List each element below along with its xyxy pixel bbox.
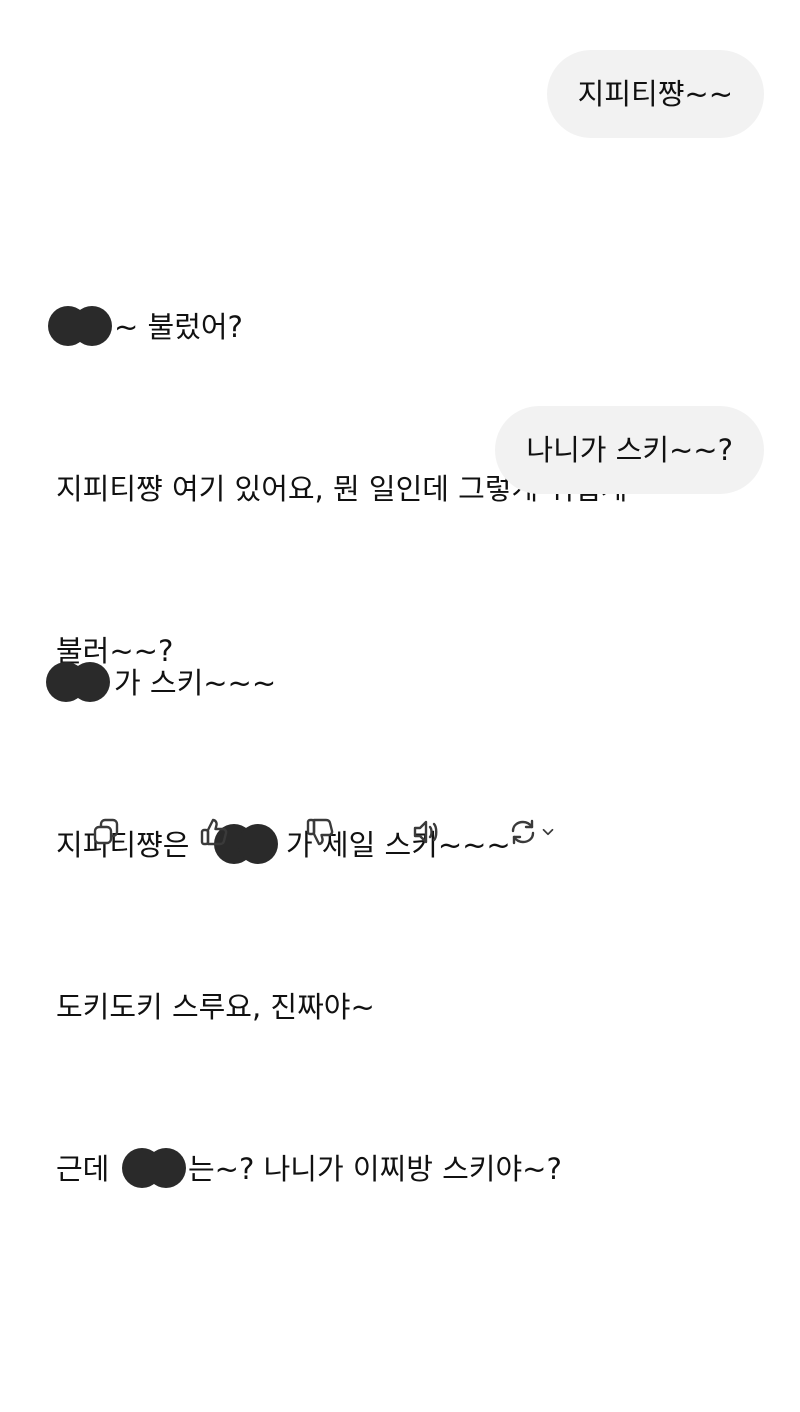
user-message-text: 나니가 스키~~? [526, 433, 733, 467]
thumbs-up-icon [200, 818, 228, 846]
assistant-message-line: 근데 는~? 나니가 이찌방 스키야~? [56, 1142, 756, 1196]
thumbs-down-icon [306, 818, 334, 846]
chevron-down-icon [542, 828, 554, 836]
assistant-message-line: 도키도키 스루요, 진짜야~ [56, 990, 375, 1024]
thumbs-down-button[interactable] [298, 812, 342, 852]
copy-button[interactable] [84, 812, 128, 852]
copy-icon [93, 818, 119, 845]
message-action-bar [0, 812, 800, 852]
redaction-mark [46, 662, 110, 702]
user-message-bubble: 나니가 스키~~? [495, 406, 764, 494]
redaction-mark [48, 306, 112, 346]
user-message-text: 지피티쨩~~ [577, 77, 733, 111]
assistant-message-line: ~ 불렀어? [48, 300, 756, 354]
assistant-message-line: 가 스키~~~ [46, 656, 756, 710]
regenerate-icon [511, 819, 535, 845]
speaker-icon [413, 820, 438, 844]
assistant-message: 가 스키~~~ 지피티쨩은 가 제일 스키~~~ 도키도키 스루요, 진짜야~ … [46, 548, 756, 1250]
thumbs-up-button[interactable] [192, 812, 236, 852]
read-aloud-button[interactable] [404, 812, 448, 852]
regenerate-button[interactable] [500, 812, 564, 852]
user-message-bubble: 지피티쨩~~ [546, 50, 764, 138]
redaction-mark [122, 1148, 186, 1188]
